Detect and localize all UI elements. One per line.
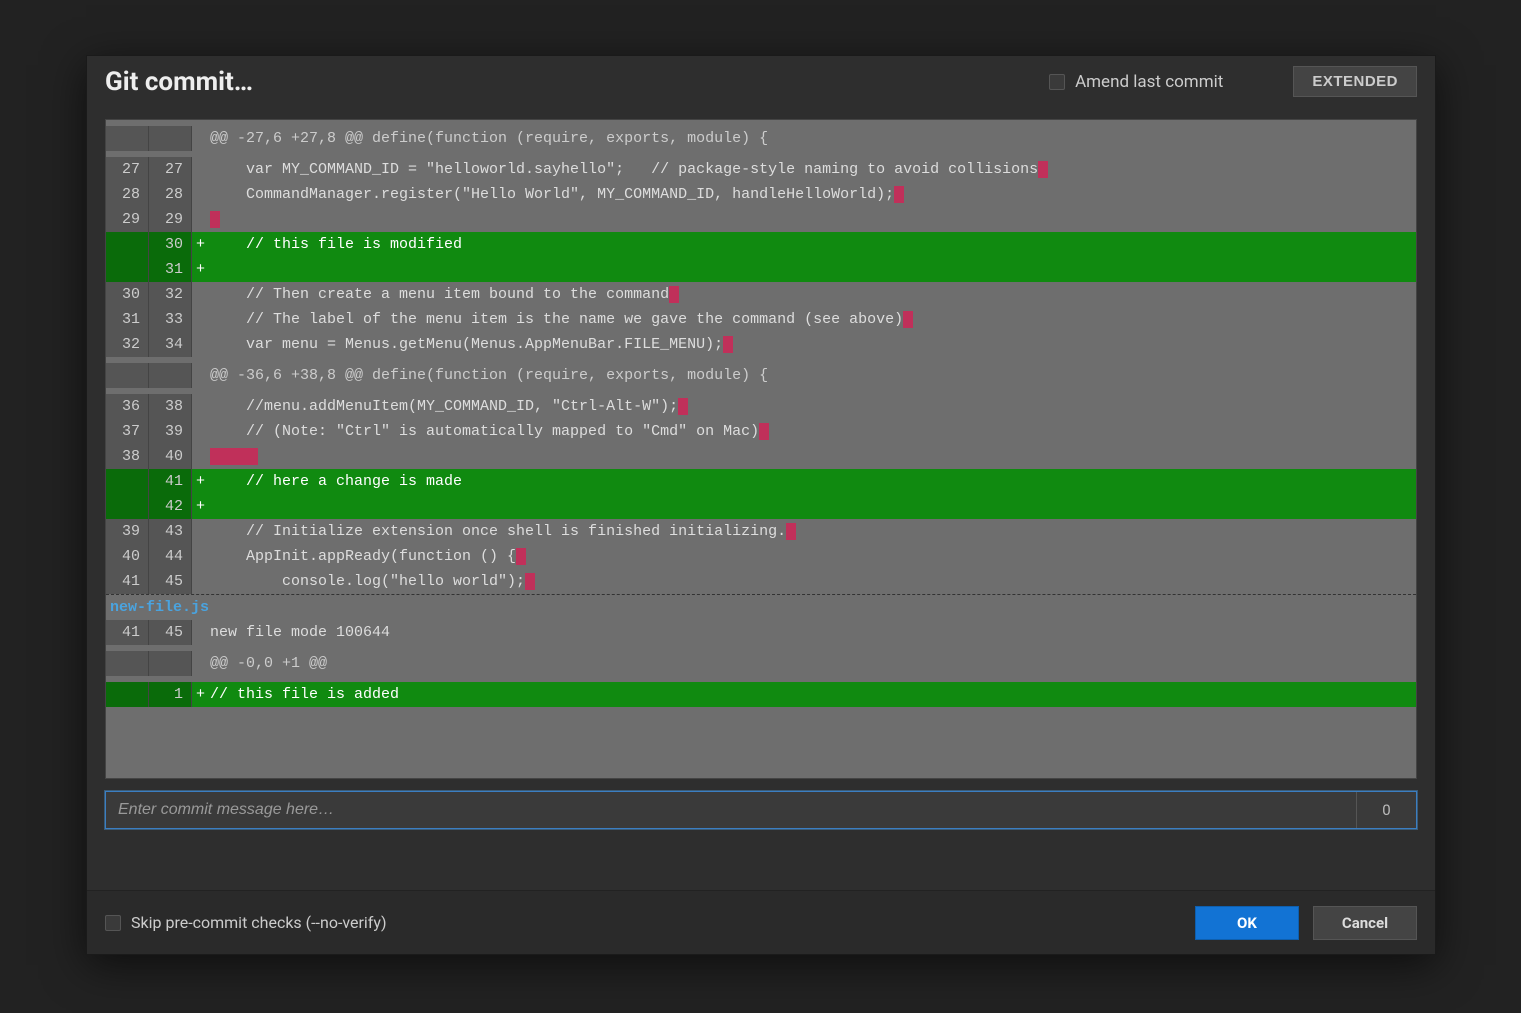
trailing-whitespace-icon (903, 311, 913, 328)
diff-line: 3943 // Initialize extension once shell … (106, 519, 1416, 544)
dialog-footer: Skip pre-commit checks (--no-verify) OK … (87, 890, 1435, 954)
git-commit-dialog: Git commit… Amend last commit EXTENDED .… (86, 55, 1436, 955)
diff-line: 2929 (106, 207, 1416, 232)
diff-line: 2828 CommandManager.register("Hello Worl… (106, 182, 1416, 207)
diff-viewport[interactable]: .. @@ -27,6 +27,8 @@ define(function (re… (105, 119, 1417, 779)
trailing-whitespace-icon (516, 548, 526, 565)
diff-line: 3840 (106, 444, 1416, 469)
diff-line: .30+ // this file is modified (106, 232, 1416, 257)
amend-last-commit-checkbox[interactable]: Amend last commit (1049, 72, 1223, 92)
dialog-title: Git commit… (105, 67, 1049, 97)
trailing-whitespace-icon (723, 336, 733, 353)
trailing-whitespace-icon (210, 211, 220, 228)
file-header[interactable]: new-file.js (106, 595, 1416, 620)
diff-line: .1+// this file is added (106, 682, 1416, 707)
char-count: 0 (1356, 792, 1416, 828)
trailing-whitespace-icon (894, 186, 904, 203)
diff-line: 4044 AppInit.appReady(function () { (106, 544, 1416, 569)
skip-label: Skip pre-commit checks (--no-verify) (131, 913, 387, 932)
trailing-whitespace-icon (759, 423, 769, 440)
skip-precommit-checkbox[interactable]: Skip pre-commit checks (--no-verify) (105, 913, 387, 932)
amend-label: Amend last commit (1075, 72, 1223, 92)
footer-buttons: OK Cancel (1195, 906, 1417, 940)
diff-line: 4145 console.log("hello world"); (106, 569, 1416, 594)
trailing-whitespace-icon (786, 523, 796, 540)
trailing-whitespace-icon (669, 286, 679, 303)
diff-line: 4145 new file mode 100644 (106, 620, 1416, 645)
diff-line: .41+ // here a change is made (106, 469, 1416, 494)
diff-line: .. @@ -27,6 +27,8 @@ define(function (re… (106, 120, 1416, 157)
cancel-button[interactable]: Cancel (1313, 906, 1417, 940)
trailing-whitespace-icon (525, 573, 535, 590)
diff-content: .. @@ -27,6 +27,8 @@ define(function (re… (106, 120, 1416, 707)
extended-button[interactable]: EXTENDED (1293, 66, 1417, 97)
diff-line: .. @@ -36,6 +38,8 @@ define(function (re… (106, 357, 1416, 394)
diff-line: 3032 // Then create a menu item bound to… (106, 282, 1416, 307)
diff-line: 3739 // (Note: "Ctrl" is automatically m… (106, 419, 1416, 444)
commit-message-row: 0 (105, 791, 1417, 829)
trailing-whitespace-icon (1038, 161, 1048, 178)
diff-line: 3638 //menu.addMenuItem(MY_COMMAND_ID, "… (106, 394, 1416, 419)
diff-line: .42+ (106, 494, 1416, 519)
trailing-whitespace-icon (210, 448, 258, 465)
checkbox-icon (1049, 74, 1065, 90)
diff-line: 2727 var MY_COMMAND_ID = "helloworld.say… (106, 157, 1416, 182)
diff-line: 3133 // The label of the menu item is th… (106, 307, 1416, 332)
diff-line: 3234 var menu = Menus.getMenu(Menus.AppM… (106, 332, 1416, 357)
diff-line: .31+ (106, 257, 1416, 282)
trailing-whitespace-icon (678, 398, 688, 415)
commit-message-input[interactable] (106, 792, 1356, 828)
dialog-header: Git commit… Amend last commit EXTENDED (87, 56, 1435, 111)
diff-line: .. @@ -0,0 +1 @@ (106, 645, 1416, 682)
checkbox-icon (105, 915, 121, 931)
ok-button[interactable]: OK (1195, 906, 1299, 940)
